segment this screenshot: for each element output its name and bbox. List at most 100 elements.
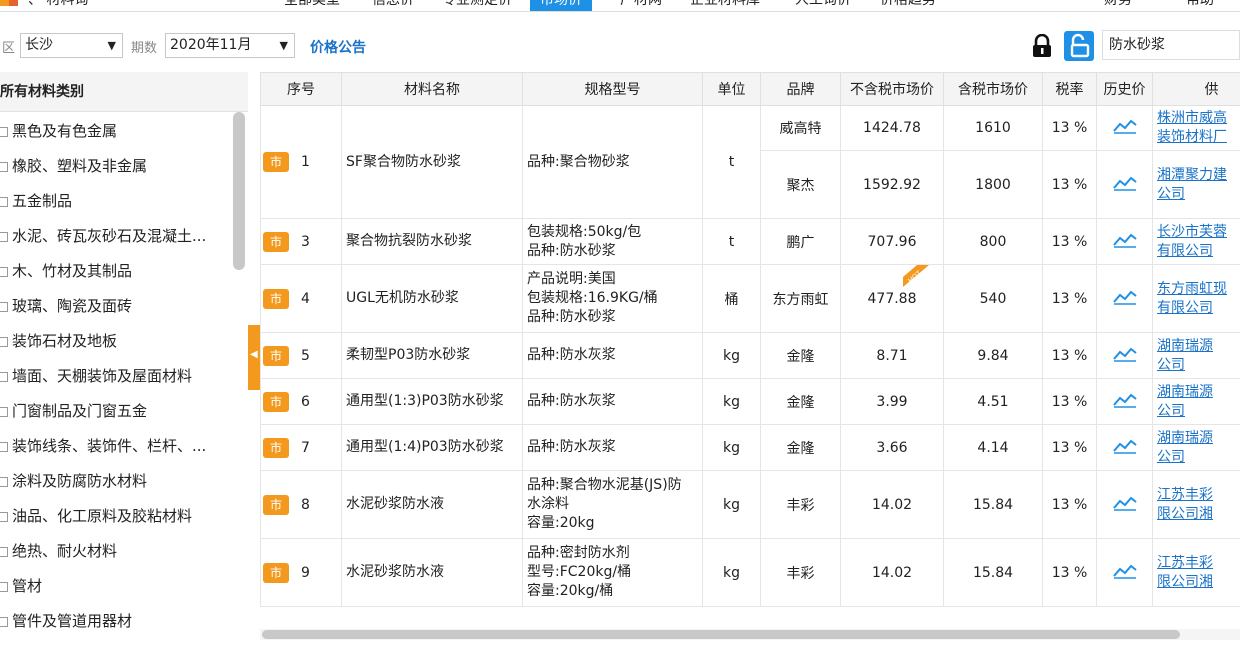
history-price-cell[interactable] <box>1096 378 1153 425</box>
supplier-link[interactable]: 江苏丰彩 <box>1157 487 1213 503</box>
sidebar-item[interactable]: 木、竹材及其制品 <box>0 254 132 289</box>
supplier-link[interactable]: 限公司湘 <box>1157 574 1213 590</box>
supplier-link[interactable]: 湖南瑞源 <box>1157 338 1213 354</box>
col-header-tax-rate[interactable]: 税率 <box>1042 72 1097 106</box>
table-row[interactable]: 市 6 通用型(1:3)P03防水砂浆 品种:防水灰浆 kg 金隆 3.99 4.51 13 %… <box>260 378 1240 425</box>
nav-item-manual-inquiry[interactable]: 人工询价 <box>795 0 851 11</box>
supplier-cell[interactable]: 湘潭聚力建 公司 <box>1152 150 1240 219</box>
search-input[interactable]: 防水砂浆 <box>1102 30 1240 60</box>
unlock-icon <box>1070 33 1090 58</box>
price-ex-tax-cell: 1592.92 <box>840 150 944 219</box>
row-number: 1 <box>301 154 310 170</box>
sidebar-item[interactable]: 门窗制品及门窗五金 <box>0 394 147 429</box>
col-header-name[interactable]: 材料名称 <box>341 72 523 106</box>
supplier-link[interactable]: 限公司湘 <box>1157 506 1213 522</box>
supplier-link[interactable]: 长沙市芙蓉 <box>1157 224 1227 240</box>
nav-item-market-price[interactable]: 市场价 <box>530 0 592 11</box>
supplier-cell[interactable]: 江苏丰彩 限公司湘 <box>1152 470 1240 539</box>
col-header-spec[interactable]: 规格型号 <box>522 72 703 106</box>
sidebar-item[interactable]: 黑色及有色金属 <box>0 114 117 149</box>
nav-item[interactable]: 、 材料询 <box>28 0 88 11</box>
sidebar-item[interactable]: 墙面、天棚装饰及屋面材料 <box>0 359 192 394</box>
sidebar-item[interactable]: 装饰线条、装饰件、栏杆、... <box>0 429 206 464</box>
price-notice-link[interactable]: 价格公告 <box>310 37 366 57</box>
col-header-brand[interactable]: 品牌 <box>760 72 841 106</box>
supplier-cell[interactable]: 株洲市威高装饰材料厂 <box>1152 105 1240 151</box>
table-header-row: 序号 材料名称 规格型号 单位 品牌 不含税市场价 含税市场价 税率 历史价 供 <box>260 72 1240 106</box>
supplier-link[interactable]: 公司 <box>1157 357 1185 373</box>
table-row[interactable]: 市 5 柔韧型P03防水砂浆 品种:防水灰浆 kg 金隆 8.71 9.84 13 % 湖南瑞源公… <box>260 332 1240 379</box>
supplier-link[interactable]: 湖南瑞源 <box>1157 430 1213 446</box>
material-name-cell: 聚合物抗裂防水砂浆 <box>341 218 523 265</box>
nav-item-info-price[interactable]: 信息价 <box>372 0 414 11</box>
supplier-link[interactable]: 公司 <box>1157 449 1185 465</box>
supplier-link[interactable]: 装饰材料厂 <box>1157 129 1227 145</box>
supplier-link[interactable]: 有限公司 <box>1157 243 1213 259</box>
history-price-cell[interactable] <box>1096 264 1153 333</box>
nav-item-help[interactable]: 帮助 <box>1186 0 1214 11</box>
nav-item-measured-price[interactable]: 专业测定价 <box>442 0 512 11</box>
table-row[interactable]: 市 8 水泥砂浆防水液 品种:聚合物水泥基(JS)防 水涂料 容量:20kg kg 丰彩 14.… <box>260 470 1240 539</box>
nav-item-price-trend[interactable]: 价格趋势 <box>880 0 936 11</box>
supplier-link[interactable]: 东方雨虹现 <box>1157 281 1227 297</box>
table-row[interactable]: 市 1 SF聚合物防水砂浆 品种:聚合物砂浆 t 威高特 1424.78 1610 13 % 株洲… <box>260 105 1240 219</box>
hot-badge-icon: HOT <box>903 265 929 287</box>
table-row[interactable]: 市 3 聚合物抗裂防水砂浆 包装规格:50kg/包 品种:防水砂浆 t 鹏广 707.96 80… <box>260 218 1240 265</box>
area-select[interactable]: 长沙 ▼ <box>20 33 123 58</box>
history-price-cell[interactable] <box>1096 424 1153 471</box>
supplier-cell[interactable]: 湖南瑞源 公司 <box>1152 424 1240 471</box>
nav-item-finance[interactable]: 财务 <box>1104 0 1132 11</box>
table-row[interactable]: 市 7 通用型(1:4)P03防水砂浆 品种:防水灰浆 kg 金隆 3.66 4.14 13 %… <box>260 424 1240 471</box>
col-header-history[interactable]: 历史价 <box>1096 72 1153 106</box>
col-header-price-ex-tax[interactable]: 不含税市场价 <box>840 72 944 106</box>
unlock-button[interactable] <box>1064 31 1094 61</box>
col-header-no[interactable]: 序号 <box>260 72 342 106</box>
nav-item-enterprise-lib[interactable]: 企业材料库 <box>690 0 760 11</box>
horizontal-scrollbar[interactable] <box>262 630 1180 639</box>
supplier-cell[interactable]: 江苏丰彩 限公司湘 <box>1152 538 1240 607</box>
sidebar-item[interactable]: 水泥、砖瓦灰砂石及混凝土... <box>0 219 206 254</box>
history-price-cell[interactable] <box>1096 218 1153 265</box>
supplier-cell[interactable]: 长沙市芙蓉 有限公司 <box>1152 218 1240 265</box>
supplier-link[interactable]: 公司 <box>1157 403 1185 419</box>
col-header-unit[interactable]: 单位 <box>702 72 761 106</box>
sidebar-item[interactable]: 玻璃、陶瓷及面砖 <box>0 289 132 324</box>
sidebar-item[interactable]: 装饰石材及地板 <box>0 324 117 359</box>
supplier-cell[interactable]: 东方雨虹现 有限公司 <box>1152 264 1240 333</box>
expand-icon <box>0 162 8 172</box>
sidebar-item[interactable]: 五金制品 <box>0 184 72 219</box>
supplier-link[interactable]: 有限公司 <box>1157 300 1213 316</box>
supplier-cell[interactable]: 湖南瑞源 公司 <box>1152 332 1240 379</box>
nav-item-all-types[interactable]: 全部类型 <box>284 0 340 11</box>
sidebar-collapse-handle[interactable]: ◀ <box>248 325 260 390</box>
supplier-link[interactable]: 湖南瑞源 <box>1157 384 1213 400</box>
sidebar-item[interactable]: 油品、化工原料及胶粘材料 <box>0 499 192 534</box>
price-in-tax-cell: 15.84 <box>943 470 1043 539</box>
col-header-supplier[interactable]: 供 <box>1152 72 1240 106</box>
sidebar-item[interactable]: 管件及管道用器材 <box>0 604 132 639</box>
history-price-cell[interactable] <box>1096 332 1153 379</box>
supplier-link[interactable]: 湘潭聚力建 <box>1157 167 1227 183</box>
history-price-cell[interactable] <box>1096 470 1153 539</box>
lock-icon[interactable] <box>1031 34 1053 58</box>
history-price-cell[interactable] <box>1096 105 1153 151</box>
supplier-cell[interactable]: 湖南瑞源 公司 <box>1152 378 1240 425</box>
nav-item-factory[interactable]: 厂材网 <box>620 0 662 11</box>
col-header-price-in-tax[interactable]: 含税市场价 <box>943 72 1043 106</box>
supplier-link[interactable]: 株洲市威高 <box>1157 110 1227 126</box>
sidebar-item[interactable]: 涂料及防腐防水材料 <box>0 464 147 499</box>
supplier-link[interactable]: 公司 <box>1157 186 1185 202</box>
table-row[interactable]: 市 4 UGL无机防水砂浆 产品说明:美国 包装规格:16.9KG/桶 品种:防水砂浆桶东… <box>260 264 1240 333</box>
sidebar-item[interactable]: 橡胶、塑料及非金属 <box>0 149 147 184</box>
history-price-cell[interactable] <box>1096 150 1153 219</box>
row-number-cell: 市9 <box>260 538 342 607</box>
sidebar-item[interactable]: 管材 <box>0 569 42 604</box>
supplier-link[interactable]: 江苏丰彩 <box>1157 555 1213 571</box>
table-row[interactable]: 市 9 水泥砂浆防水液 品种:密封防水剂 型号:FC20kg/桶 容量:20kg/桶 kg 丰… <box>260 538 1240 607</box>
price-in-tax-cell: 1800 <box>943 150 1043 219</box>
brand-cell: 丰彩 <box>760 538 841 607</box>
sidebar-item[interactable]: 绝热、耐火材料 <box>0 534 117 569</box>
sidebar-scrollbar[interactable] <box>233 112 245 270</box>
history-price-cell[interactable] <box>1096 538 1153 607</box>
period-select[interactable]: 2020年11月 ▼ <box>165 33 295 58</box>
